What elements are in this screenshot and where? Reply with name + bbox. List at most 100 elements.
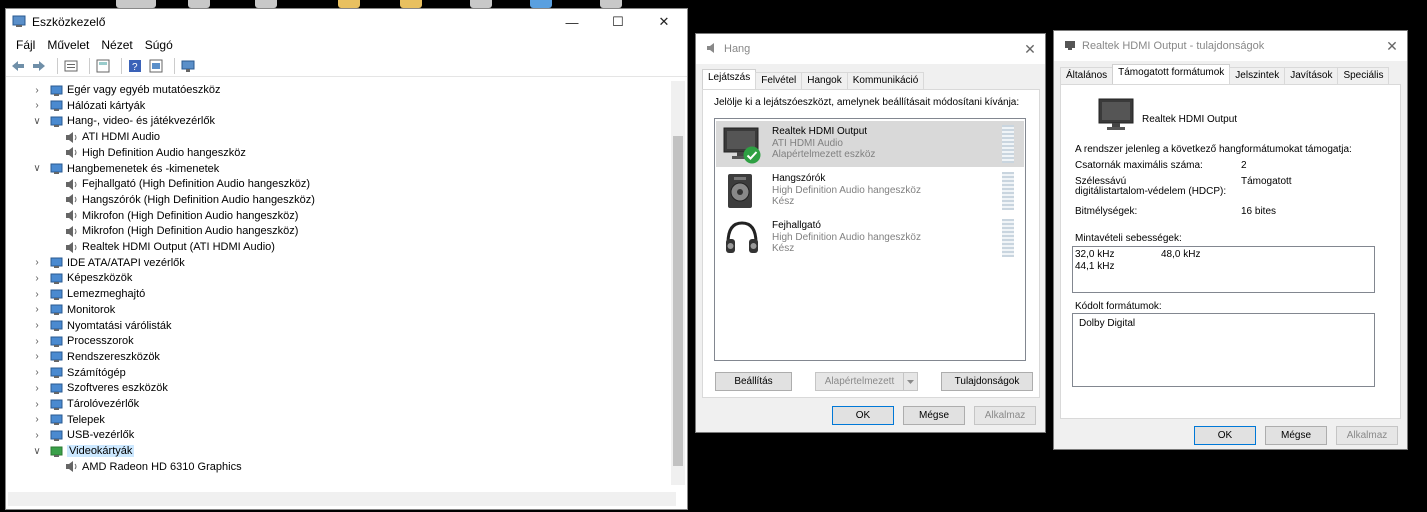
chevron-right-icon[interactable]: › (32, 336, 42, 347)
tree-category[interactable]: › Processzorok (32, 333, 133, 349)
chevron-right-icon[interactable]: › (32, 273, 42, 284)
desktop-icon[interactable] (116, 0, 156, 8)
menu-view[interactable]: Nézet (95, 38, 138, 52)
chevron-right-icon[interactable]: › (32, 414, 42, 425)
tree-device[interactable]: Hangszórók (High Definition Audio hanges… (65, 192, 315, 208)
chevron-down-icon[interactable] (903, 373, 917, 390)
close-button[interactable]: ✕ (641, 9, 687, 35)
vertical-scrollbar[interactable] (671, 81, 685, 485)
device-item[interactable]: Realtek HDMI Output ATI HDMI Audio Alapé… (716, 121, 1024, 167)
configure-button[interactable]: Beállítás (715, 372, 792, 391)
device-sub: ATI HDMI Audio (772, 138, 843, 149)
chevron-right-icon[interactable]: › (32, 383, 42, 394)
tree-category[interactable]: › IDE ATA/ATAPI vezérlők (32, 255, 184, 271)
tab-advanced[interactable]: Speciális (1337, 67, 1390, 85)
tree-category[interactable]: › Lemezmeghajtó (32, 286, 145, 302)
tree-category[interactable]: › Tárolóvezérlők (32, 396, 139, 412)
device-item[interactable]: Fejhallgató High Definition Audio hanges… (716, 215, 1024, 261)
tree-label: USB-vezérlők (67, 429, 135, 442)
tree-device[interactable]: Fejhallgató (High Definition Audio hange… (65, 176, 310, 192)
tree-category[interactable]: › Telepek (32, 412, 105, 428)
tab-sounds[interactable]: Hangok (801, 72, 848, 90)
chevron-right-icon[interactable]: › (32, 399, 42, 410)
device-list[interactable]: Realtek HDMI Output ATI HDMI Audio Alapé… (714, 118, 1026, 361)
tab-supported-formats[interactable]: Támogatott formátumok (1112, 64, 1231, 85)
tree-category[interactable]: › Rendszereszközök (32, 349, 160, 365)
set-default-button[interactable]: Alapértelmezett (815, 372, 918, 391)
desktop-icon[interactable] (255, 0, 277, 8)
cancel-button[interactable]: Mégse (1265, 426, 1327, 445)
desktop-icon[interactable] (600, 0, 622, 8)
help-icon[interactable]: ? (127, 58, 143, 74)
chevron-right-icon[interactable]: › (32, 320, 42, 331)
scrollbar-thumb[interactable] (673, 136, 683, 466)
headphones-icon (724, 219, 760, 262)
tree-device[interactable]: AMD Radeon HD 6310 Graphics (65, 459, 242, 475)
desktop-icon[interactable] (530, 0, 552, 8)
tree-category[interactable]: › Számítógép (32, 365, 125, 381)
minimize-button[interactable]: — (549, 9, 595, 35)
ok-button[interactable]: OK (832, 406, 894, 425)
properties-button[interactable]: Tulajdonságok (941, 372, 1033, 391)
tree-device[interactable]: Realtek HDMI Output (ATI HDMI Audio) (65, 239, 275, 255)
chevron-right-icon[interactable]: › (32, 304, 42, 315)
chevron-right-icon[interactable]: › (32, 100, 42, 111)
tree-device[interactable]: Mikrofon (High Definition Audio hangeszk… (65, 208, 298, 224)
properties-icon[interactable] (63, 58, 79, 74)
maximize-button[interactable]: ☐ (595, 9, 641, 35)
tree-category[interactable]: ∨ Hang-, video- és játékvezérlők (32, 113, 215, 129)
tree-category[interactable]: › USB-vezérlők (32, 427, 134, 443)
chevron-right-icon[interactable]: › (32, 289, 42, 300)
back-icon[interactable] (10, 58, 26, 74)
desktop-icon[interactable] (188, 0, 210, 8)
chevron-down-icon[interactable]: ∨ (32, 116, 42, 127)
tab-enhancements[interactable]: Javítások (1284, 67, 1339, 85)
apply-button[interactable]: Alkalmaz (974, 406, 1036, 425)
tab-levels[interactable]: Jelszintek (1229, 67, 1286, 85)
tree-device[interactable]: ATI HDMI Audio (65, 129, 160, 145)
device-manager-window: Eszközkezelő — ☐ ✕ Fájl Művelet Nézet Sú… (5, 8, 688, 510)
chevron-down-icon[interactable]: ∨ (32, 163, 42, 174)
tree-category[interactable]: ∨ Hangbemenetek és -kimenetek (32, 161, 219, 177)
view-icon[interactable] (148, 58, 164, 74)
scan-hardware-icon[interactable] (180, 58, 196, 74)
device-icon (65, 193, 78, 206)
chevron-right-icon[interactable]: › (32, 430, 42, 441)
chevron-right-icon[interactable]: › (32, 351, 42, 362)
tree-device[interactable]: Mikrofon (High Definition Audio hangeszk… (65, 223, 298, 239)
ok-button[interactable]: OK (1194, 426, 1256, 445)
tree-category[interactable]: › Szoftveres eszközök (32, 380, 168, 396)
title-bar: Hang ✕ (696, 34, 1045, 64)
tree-category[interactable]: › Képeszközök (32, 270, 132, 286)
cancel-button[interactable]: Mégse (903, 406, 965, 425)
apply-button[interactable]: Alkalmaz (1336, 426, 1398, 445)
close-icon[interactable]: ✕ (1015, 41, 1045, 58)
horizontal-scrollbar[interactable] (8, 492, 676, 506)
menu-action[interactable]: Művelet (41, 38, 95, 52)
tab-general[interactable]: Általános (1060, 67, 1114, 85)
device-item[interactable]: Hangszórók High Definition Audio hangesz… (716, 168, 1024, 214)
menu-file[interactable]: Fájl (10, 38, 41, 52)
menu-help[interactable]: Súgó (139, 38, 179, 52)
chevron-down-icon[interactable]: ∨ (32, 446, 42, 457)
tree-device[interactable]: High Definition Audio hangeszköz (65, 145, 246, 161)
forward-icon[interactable] (31, 58, 47, 74)
tree-category[interactable]: ∨ Videokártyák (32, 443, 135, 459)
desktop-icon[interactable] (470, 0, 492, 8)
tab-communication[interactable]: Kommunikáció (846, 72, 925, 90)
close-icon[interactable]: ✕ (1377, 38, 1407, 55)
sample-rate: 44,1 kHz (1075, 261, 1115, 272)
tab-playback[interactable]: Lejátszás (702, 69, 757, 90)
tree-category[interactable]: › Nyomtatási várólisták (32, 318, 171, 334)
desktop-icon[interactable] (400, 0, 422, 8)
desktop-icon[interactable] (338, 0, 360, 8)
chevron-right-icon[interactable]: › (32, 367, 42, 378)
chevron-right-icon[interactable]: › (32, 85, 42, 96)
update-driver-icon[interactable] (95, 58, 111, 74)
device-icon (50, 303, 63, 316)
tree-category[interactable]: › Monitorok (32, 302, 115, 318)
chevron-right-icon[interactable]: › (32, 257, 42, 268)
tree-category[interactable]: › Egér vagy egyéb mutatóeszköz (32, 82, 220, 98)
tree-category[interactable]: › Hálózati kártyák (32, 98, 145, 114)
tab-recording[interactable]: Felvétel (755, 72, 803, 90)
